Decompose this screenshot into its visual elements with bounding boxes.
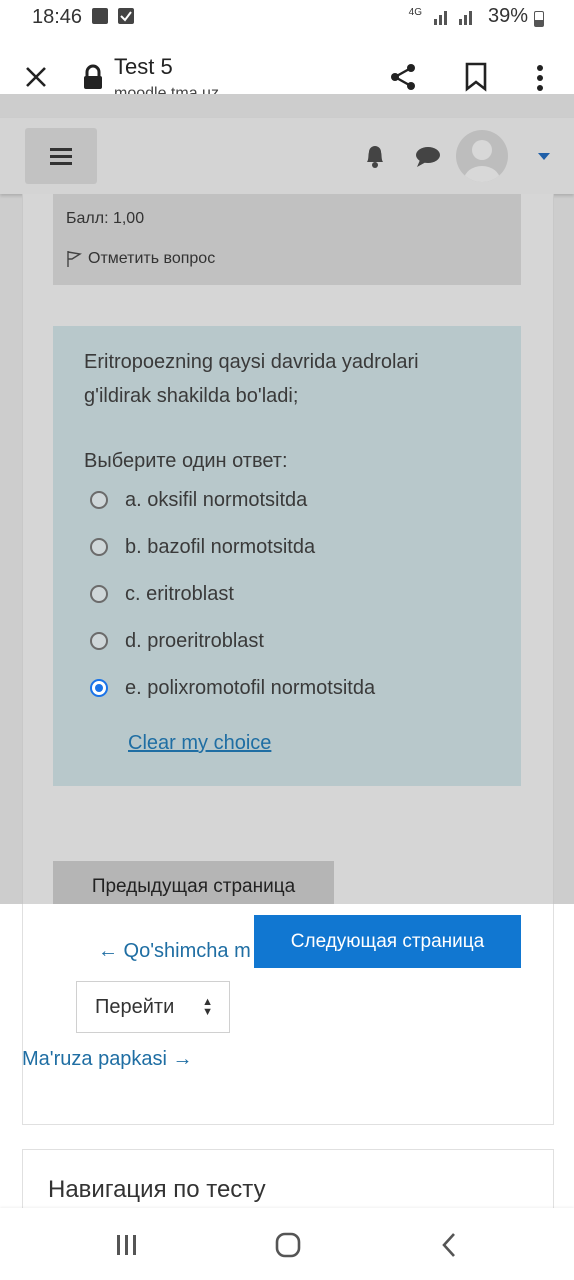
recents-icon[interactable] xyxy=(115,1233,139,1257)
flag-icon xyxy=(67,251,82,267)
radio-b[interactable] xyxy=(90,538,108,556)
radio-a[interactable] xyxy=(90,491,108,509)
option-label: a. oksifil normotsitda xyxy=(125,488,308,511)
bookmark-icon[interactable] xyxy=(464,62,488,92)
answer-option-d[interactable]: d. proeritroblast xyxy=(90,626,264,656)
hamburger-button[interactable] xyxy=(25,128,97,184)
battery-icon xyxy=(534,11,544,27)
gallery-notification-icon xyxy=(92,8,108,24)
option-label: b. bazofil normotsitda xyxy=(125,535,316,558)
answer-option-a[interactable]: a. oksifil normotsitda xyxy=(90,485,307,515)
option-label: e. polixromotofil normotsitda xyxy=(125,676,376,699)
bell-icon[interactable] xyxy=(363,143,387,169)
quiz-navigation-title: Навигация по тесту xyxy=(48,1176,266,1203)
check-notification-icon xyxy=(118,8,134,24)
question-text: Eritropoezning qaysi davrida yadrolari g… xyxy=(84,351,419,407)
next-activity-link[interactable]: Ma'ruza papkasi → xyxy=(22,1048,193,1071)
answer-option-b[interactable]: b. bazofil normotsitda xyxy=(90,532,315,562)
lock-icon[interactable] xyxy=(82,64,104,90)
radio-c[interactable] xyxy=(90,585,108,603)
answer-prompt: Выберите один ответ: xyxy=(84,450,288,472)
chat-icon[interactable] xyxy=(414,145,442,169)
page-title: Test 5 xyxy=(114,54,173,79)
option-label: c. eritroblast xyxy=(125,582,234,605)
back-icon[interactable] xyxy=(440,1232,458,1258)
signal-icon xyxy=(432,9,482,30)
radio-d[interactable] xyxy=(90,632,108,650)
option-label: d. proeritroblast xyxy=(125,629,264,652)
flag-label: Отметить вопрос xyxy=(88,250,216,267)
jump-to-value: Перейти xyxy=(95,995,175,1018)
flag-question-link[interactable]: Отметить вопрос xyxy=(66,250,215,268)
radio-e-selected[interactable] xyxy=(90,679,108,697)
answer-option-e[interactable]: e. polixromotofil normotsitda xyxy=(90,673,375,703)
network-type: 4G xyxy=(408,7,422,18)
question-info xyxy=(53,194,521,285)
status-bar: 18:46 4G 39% xyxy=(0,0,574,36)
status-time: 18:46 xyxy=(32,6,83,28)
jump-to-select[interactable]: Перейти ▲ ▼ xyxy=(76,981,230,1033)
more-vert-icon[interactable] xyxy=(532,64,548,92)
hamburger-icon xyxy=(50,148,72,165)
home-icon[interactable] xyxy=(275,1232,301,1258)
next-page-button[interactable]: Следующая страница xyxy=(254,915,521,968)
question-score: Балл: 1,00 xyxy=(66,210,145,227)
avatar[interactable] xyxy=(456,130,508,182)
battery-text: 39% xyxy=(487,5,528,27)
share-icon[interactable] xyxy=(388,62,418,92)
close-icon[interactable] xyxy=(24,65,48,89)
caret-down-icon[interactable] xyxy=(537,148,551,160)
previous-activity-link[interactable]: ← Qo'shimcha m xyxy=(98,940,251,963)
clear-choice-link[interactable]: Clear my choice xyxy=(128,732,271,755)
select-caret-icon: ▲ ▼ xyxy=(202,996,213,1018)
answer-option-c[interactable]: c. eritroblast xyxy=(90,579,234,609)
